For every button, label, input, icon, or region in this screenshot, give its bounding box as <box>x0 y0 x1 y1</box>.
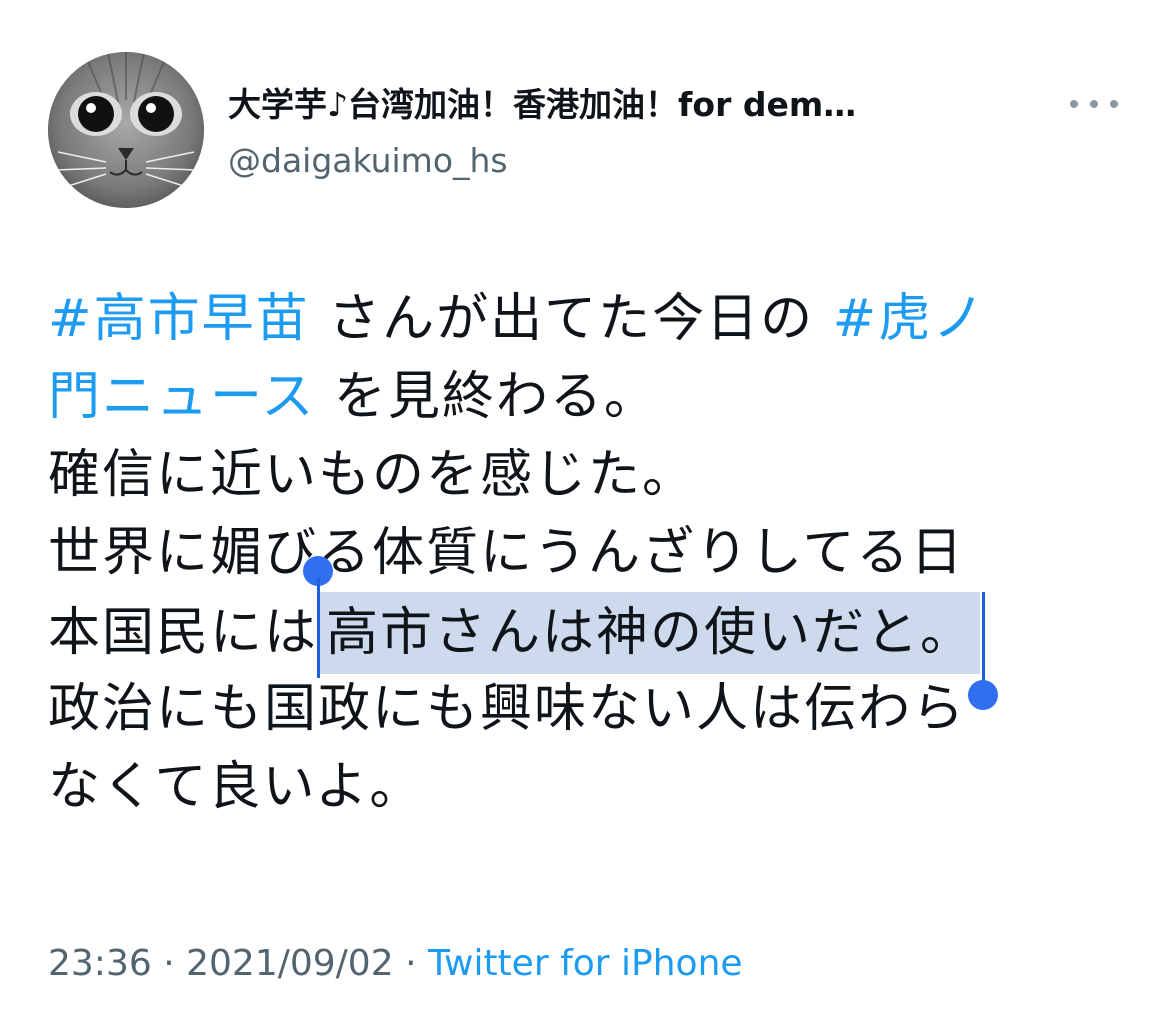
more-dot <box>1070 100 1078 108</box>
selection-end-knob[interactable] <box>968 680 999 710</box>
meta-separator: · <box>163 943 175 984</box>
author-display-name[interactable]: 大学芋♪台湾加油！香港加油！for dem… <box>228 80 1058 130</box>
tweet-meta: 23:36 · 2021/09/02 · Twitter for iPhone <box>48 938 743 990</box>
text-selection[interactable]: 高市さんは神の使いだと。 <box>303 556 999 710</box>
hashtag-link[interactable]: #高市早苗 <box>48 289 310 349</box>
tweet-date[interactable]: 2021/09/02 <box>186 943 394 984</box>
avatar[interactable] <box>48 52 204 208</box>
tweet-line-5: 本国民には 高市さんは神の使いだと。 <box>48 556 1138 710</box>
more-horizontal-icon[interactable] <box>1070 92 1118 116</box>
tweet-line-7: なくて良いよ。 <box>48 757 424 817</box>
hashtag-link[interactable]: #虎ノ <box>833 289 987 349</box>
tweet-time[interactable]: 23:36 <box>48 943 152 984</box>
tweet-source-link[interactable]: Twitter for iPhone <box>428 943 743 984</box>
tweet-line-4: 世界に媚びる体質にうんざりしてる日 <box>48 523 965 583</box>
tweet-line-1: #高市早苗 さんが出てた今日の #虎ノ <box>48 280 1138 358</box>
selection-end-bar <box>982 592 986 688</box>
selected-text: 高市さんは神の使いだと。 <box>326 603 975 663</box>
tweet-text-segment: を見終わる。 <box>315 367 658 427</box>
selection-start-bar <box>317 578 321 678</box>
meta-separator: · <box>405 943 417 984</box>
selection-start-handle[interactable] <box>303 556 334 680</box>
cat-avatar-image <box>48 52 204 208</box>
author-handle[interactable]: @daigakuimo_hs <box>228 138 508 184</box>
tweet-text-segment: さんが出てた今日の <box>309 289 833 349</box>
selection-end-handle[interactable] <box>968 592 999 716</box>
tweet-line-3: 確信に近いものを感じた。 <box>48 445 697 505</box>
tweet-line-2: 門ニュース を見終わる。 <box>48 358 1138 436</box>
more-dot <box>1110 100 1118 108</box>
hashtag-link[interactable]: 門ニュース <box>48 367 315 427</box>
tweet-text: #高市早苗 さんが出てた今日の #虎ノ 門ニュース を見終わる。 確信に近いもの… <box>48 280 1138 826</box>
more-dot <box>1090 100 1098 108</box>
tweet-text-segment: 本国民には <box>48 603 319 663</box>
